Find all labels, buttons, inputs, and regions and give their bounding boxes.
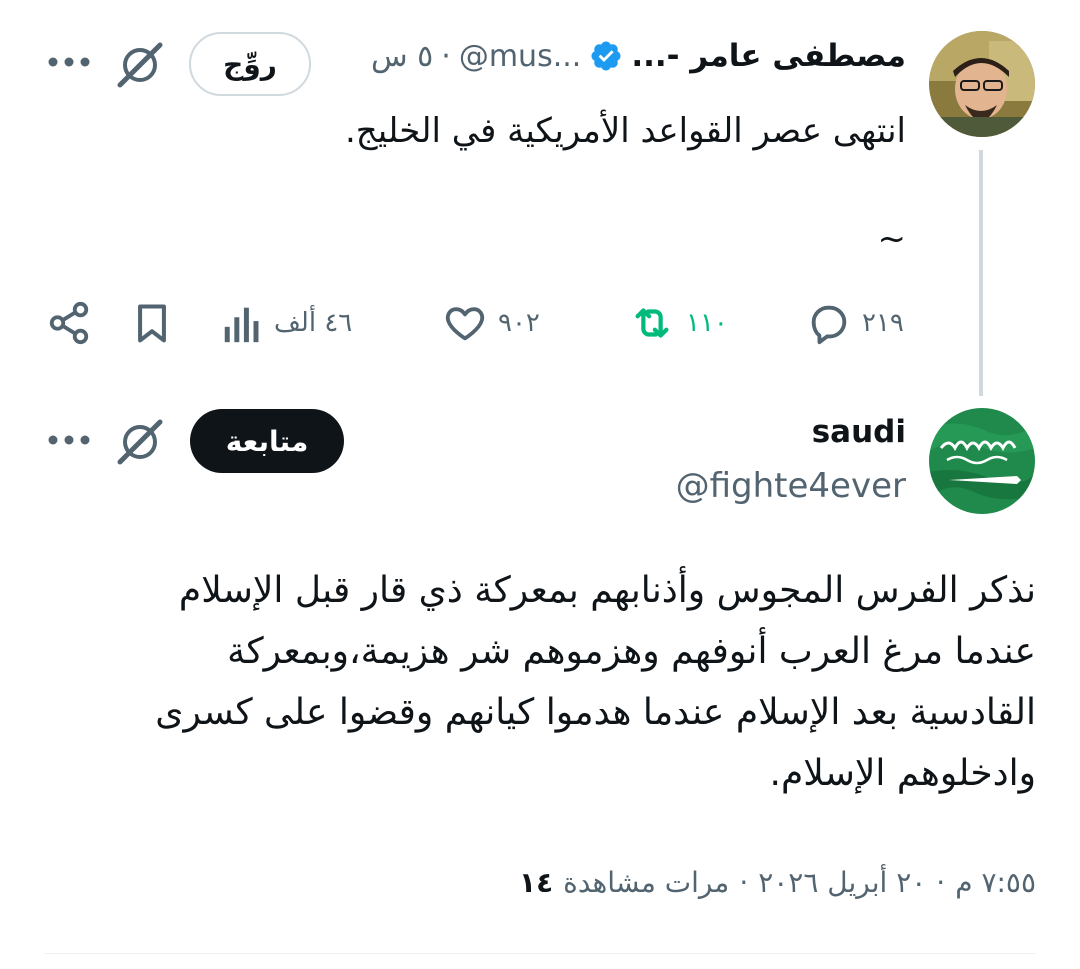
bookmark-icon[interactable] [130, 300, 174, 346]
reply-text-line: نذكر الفرس المجوس وأذنابهم بمعركة ذي قار… [178, 570, 1036, 611]
views-action[interactable]: ٤٦ ألف [222, 300, 352, 346]
views-count: ٤٦ ألف [274, 308, 353, 338]
grok-icon[interactable] [114, 416, 166, 468]
post-meta: ٧:٥٥ م · ٢٠ أبريل ٢٠٢٦ · مرات مشاهدة ١٤ [519, 866, 1036, 899]
avatar[interactable] [929, 31, 1035, 137]
user-handle[interactable]: @mus... [459, 39, 581, 74]
reply-count: ٢١٩ [862, 308, 904, 338]
post-date[interactable]: ٢٠ أبريل ٢٠٢٦ [758, 866, 926, 899]
repost-action[interactable]: ١١٠ [628, 300, 728, 346]
display-name[interactable]: مصطفى عامر -... [631, 38, 906, 74]
reply-action[interactable]: ٢١٩ [806, 300, 904, 346]
more-options-icon[interactable] [47, 54, 91, 70]
tweet-text-extra: ~ [877, 219, 907, 259]
like-count: ٩٠٢ [498, 308, 540, 338]
saudi-flag-icon [929, 408, 1035, 514]
user-handle[interactable]: @fighte4ever [676, 466, 906, 506]
profile-photo-icon [929, 31, 1035, 137]
avatar[interactable] [929, 408, 1035, 514]
reply-text-line: وادخلوهم الإسلام. [769, 753, 1036, 794]
reply-icon [806, 300, 852, 346]
tweet-text: انتهى عصر القواعد الأمريكية في الخليج. [344, 111, 906, 151]
follow-button[interactable]: متابعة [190, 409, 344, 473]
boost-button[interactable]: روِّج [189, 32, 311, 96]
share-icon[interactable] [46, 300, 92, 346]
analytics-icon [222, 300, 262, 346]
repost-icon [628, 300, 676, 346]
reply-text: نذكر الفرس المجوس وأذنابهم بمعركة ذي قار… [76, 560, 1036, 804]
reply-text-line: القادسية بعد الإسلام عندما هدموا كيانهم … [155, 692, 1036, 733]
divider [44, 953, 1036, 954]
reply-text-line: عندما مرغ العرب أنوفهم وهزموهم شر هزيمة،… [227, 631, 1036, 672]
heart-icon [442, 300, 488, 346]
separator-dot: · [739, 866, 749, 899]
tweet-header: مصطفى عامر -... @mus... · ٥ س [371, 38, 906, 74]
grok-icon[interactable] [114, 39, 166, 91]
separator-dot: · [441, 38, 451, 74]
views-label: مرات مشاهدة [563, 866, 730, 899]
separator-dot: · [936, 866, 946, 899]
repost-count: ١١٠ [686, 308, 728, 338]
post-time[interactable]: ٧:٥٥ م [955, 866, 1036, 899]
views-count: ١٤ [518, 866, 554, 899]
more-options-icon[interactable] [47, 432, 91, 448]
thread-connector-line [979, 150, 983, 396]
like-action[interactable]: ٩٠٢ [442, 300, 540, 346]
verified-badge-icon [589, 39, 623, 73]
display-name[interactable]: saudi [812, 414, 906, 450]
post-time[interactable]: ٥ س [371, 39, 433, 74]
